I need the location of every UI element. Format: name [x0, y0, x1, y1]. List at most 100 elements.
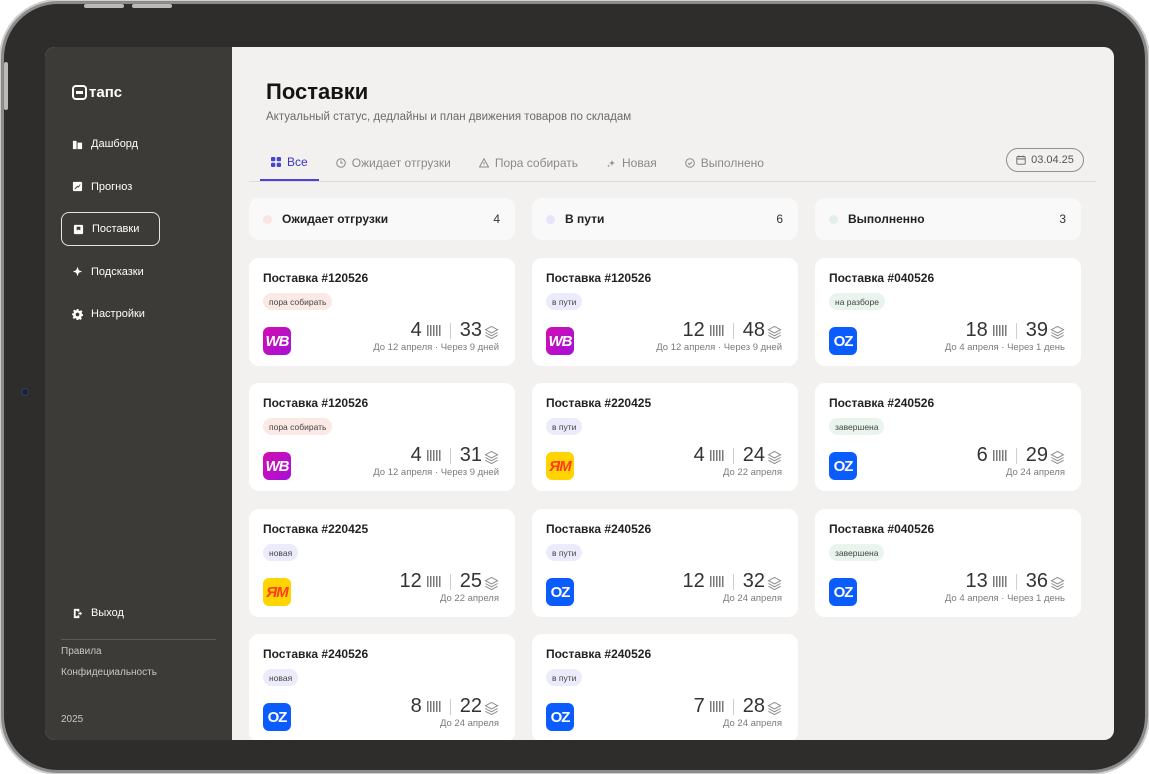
supply-card[interactable]: Поставка #120526 пора собирать WB 4 31 До 12 … — [249, 383, 515, 491]
quantity-separator — [449, 322, 451, 339]
card-deadline: До 12 апреля · Через 9 дней — [373, 467, 499, 478]
tab-new[interactable]: Новая — [595, 149, 668, 181]
units-count: 4 — [693, 444, 705, 466]
card-title: Поставка #220425 — [546, 396, 652, 410]
sidebar-item-settings[interactable]: Настройки — [61, 297, 160, 331]
supply-card[interactable]: Поставка #040526 завершена OZ 13 36 До 4 апре… — [815, 509, 1081, 617]
units-count: 4 — [410, 444, 422, 466]
supply-card[interactable]: Поставка #240526 в пути OZ 12 32 До 24 апреля — [532, 509, 798, 617]
boxes-stack-icon — [1050, 323, 1065, 340]
camera — [21, 388, 29, 396]
card-title: Поставка #240526 — [546, 522, 652, 536]
rules-link[interactable]: Правила — [61, 646, 102, 657]
supply-card[interactable]: Поставка #240526 завершена OZ 6 29 До 24 апре… — [815, 383, 1081, 491]
card-deadline: До 24 апреля — [1005, 467, 1065, 478]
units-count: 12 — [399, 570, 422, 592]
quantity-separator — [1015, 447, 1017, 464]
card-quantities: 12 48 — [683, 319, 783, 342]
boxes-count: 48 — [742, 319, 765, 341]
tablet-frame: тапс Дашборд Прогноз Поставки Подсказки — [4, 4, 1145, 770]
ozon-logo: OZ — [829, 327, 857, 355]
quantity-separator — [732, 698, 734, 715]
sidebar-item-hints[interactable]: Подсказки — [61, 255, 160, 289]
boxes-stack-icon — [767, 448, 782, 465]
supply-card[interactable]: Поставка #120526 пора собирать WB 4 33 До 12 … — [249, 258, 515, 366]
status-badge: в пути — [546, 293, 583, 310]
supply-card[interactable]: Поставка #220425 в пути ЯМ 4 24 До 22 апреля — [532, 383, 798, 491]
card-title: Поставка #240526 — [546, 647, 652, 661]
dashboard-icon — [72, 139, 83, 150]
sidebar-item-label: Настройки — [91, 308, 145, 320]
boxes-stack-icon — [767, 699, 782, 716]
page-subtitle: Актуальный статус, дедлайны и план движе… — [266, 111, 632, 123]
boxes-stack-icon — [484, 448, 499, 465]
page-title: Поставки — [266, 79, 369, 104]
card-title: Поставка #240526 — [829, 396, 935, 410]
calendar-icon — [1016, 155, 1026, 165]
status-dot — [546, 214, 555, 224]
boxes-stack-icon — [484, 574, 499, 591]
barcode-icon — [709, 576, 724, 587]
tab-all[interactable]: Все — [260, 149, 319, 181]
card-quantities: 6 29 — [977, 444, 1065, 467]
supply-card[interactable]: Поставка #220425 новая ЯМ 12 25 До 22 апреля — [249, 509, 515, 617]
tabs-divider — [249, 181, 1096, 182]
check-circle-icon — [684, 158, 695, 168]
sidebar: тапс Дашборд Прогноз Поставки Подсказки — [45, 47, 232, 740]
card-title: Поставка #240526 — [263, 647, 369, 661]
app-logo[interactable]: тапс — [72, 84, 122, 101]
tab-label: Выполнено — [700, 156, 764, 170]
sparkle-icon — [607, 160, 616, 168]
boxes-stack-icon — [484, 699, 499, 716]
card-quantities: 12 25 — [400, 570, 500, 593]
tab-awaiting-shipment[interactable]: Ожидает отгрузки — [325, 149, 462, 181]
supply-card[interactable]: Поставка #240526 в пути OZ 7 28 До 24 апреля — [532, 634, 798, 740]
card-deadline: До 22 апреля — [722, 467, 782, 478]
boxes-stack-icon — [767, 323, 782, 340]
logout-button[interactable]: Выход — [61, 596, 160, 630]
logout-icon — [72, 608, 83, 619]
supply-card[interactable]: Поставка #120526 в пути WB 12 48 До 12 апреля… — [532, 258, 798, 366]
boxes-stack-icon — [1050, 448, 1065, 465]
card-quantities: 4 33 — [411, 319, 499, 342]
quantity-separator — [449, 698, 451, 715]
status-dot — [829, 214, 838, 224]
main-content: Поставки Актуальный статус, дедлайны и п… — [232, 47, 1114, 740]
units-count: 18 — [965, 319, 988, 341]
tab-label: Ожидает отгрузки — [351, 156, 451, 170]
app-screen: тапс Дашборд Прогноз Поставки Подсказки — [45, 47, 1114, 740]
summary-label: Выполненно — [848, 212, 925, 226]
status-dot — [263, 214, 272, 224]
wildberries-logo: WB — [263, 327, 291, 355]
barcode-icon — [426, 450, 441, 461]
supply-card[interactable]: Поставка #040526 на разборе OZ 18 39 До 4 апр… — [815, 258, 1081, 366]
sidebar-item-dashboard[interactable]: Дашборд — [61, 127, 160, 161]
status-badge: в пути — [546, 418, 583, 435]
barcode-icon — [992, 450, 1007, 461]
tab-time-to-pack[interactable]: Пора собирать — [468, 149, 589, 181]
supply-card[interactable]: Поставка #240526 новая OZ 8 22 До 24 апреля — [249, 634, 515, 740]
barcode-icon — [992, 325, 1007, 336]
status-badge: пора собирать — [263, 293, 333, 310]
tab-label: Все — [287, 155, 308, 169]
copyright-year: 2025 — [61, 714, 84, 725]
sidebar-item-supplies[interactable]: Поставки — [61, 212, 160, 246]
barcode-icon — [709, 450, 724, 461]
tab-label: Пора собирать — [494, 156, 579, 170]
status-badge: новая — [263, 544, 299, 561]
card-title: Поставка #120526 — [546, 271, 652, 285]
boxes-count: 31 — [459, 444, 482, 466]
sidebar-item-forecast[interactable]: Прогноз — [61, 170, 160, 204]
date-filter-button[interactable]: 03.04.25 — [1006, 148, 1084, 172]
summary-completed: Выполненно 3 — [815, 198, 1081, 240]
tab-completed[interactable]: Выполнено — [674, 149, 775, 181]
ozon-logo: OZ — [829, 452, 857, 480]
status-badge: завершена — [829, 544, 885, 561]
units-count: 7 — [693, 695, 705, 717]
barcode-icon — [426, 576, 441, 587]
status-badge: завершена — [829, 418, 885, 435]
card-title: Поставка #120526 — [263, 271, 369, 285]
privacy-link[interactable]: Конфидециальность — [61, 667, 157, 678]
box-icon — [73, 224, 84, 235]
card-quantities: 7 28 — [694, 695, 782, 718]
